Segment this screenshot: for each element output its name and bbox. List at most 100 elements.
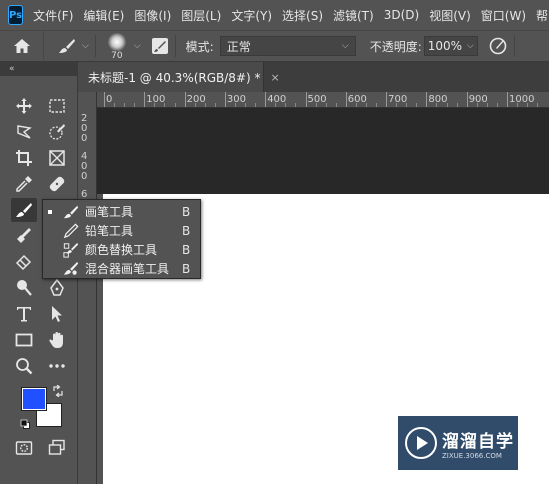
active-indicator bbox=[48, 209, 52, 214]
options-bar: ⌵ 70 ⌵ 模式: 正常 ⌵ 不透明度: 100% ⌵ bbox=[0, 30, 549, 62]
home-button[interactable] bbox=[0, 30, 44, 62]
zoom-tool[interactable] bbox=[11, 354, 37, 378]
quick-mask-button[interactable] bbox=[11, 436, 37, 460]
marquee-tool[interactable] bbox=[44, 94, 70, 118]
type-icon bbox=[17, 307, 31, 322]
frame-tool[interactable] bbox=[44, 146, 70, 170]
ruler-minor-tick bbox=[527, 103, 529, 107]
marquee-icon bbox=[49, 99, 65, 113]
menu-edit[interactable]: 编辑(E) bbox=[83, 7, 124, 24]
pressure-icon bbox=[489, 37, 507, 55]
hand-tool[interactable] bbox=[44, 328, 70, 352]
opacity-label: 不透明度: bbox=[369, 39, 422, 54]
quick-select-tool[interactable] bbox=[44, 120, 70, 144]
pen-icon bbox=[50, 279, 64, 296]
color-replacement-icon bbox=[63, 242, 79, 258]
horizontal-ruler[interactable]: 0 100 200 300 400 500 600 700 800 900 1000 bbox=[97, 92, 549, 108]
ruler-minor-tick bbox=[476, 103, 478, 107]
ruler-minor-tick bbox=[315, 103, 317, 107]
healing-icon bbox=[49, 176, 65, 192]
ruler-tick bbox=[345, 92, 347, 107]
mode-value: 正常 bbox=[226, 39, 251, 54]
ruler-minor-tick bbox=[365, 103, 367, 107]
flyout-item-brush[interactable]: 画笔工具 B bbox=[43, 202, 200, 221]
brush-preset-picker[interactable]: 70 bbox=[102, 31, 132, 61]
blur-tool[interactable] bbox=[11, 276, 37, 300]
eyedropper-tool[interactable] bbox=[11, 172, 37, 196]
menu-layer[interactable]: 图层(L) bbox=[181, 7, 221, 24]
flyout-item-color-replacement[interactable]: 颜色替换工具 B bbox=[43, 240, 200, 259]
more-icon bbox=[49, 364, 65, 368]
flyout-item-label: 铅笔工具 bbox=[85, 224, 134, 238]
pen-tool[interactable] bbox=[44, 276, 70, 300]
default-colors-icon[interactable] bbox=[20, 419, 31, 430]
crop-icon bbox=[16, 150, 32, 166]
brush-tip-preview bbox=[107, 33, 126, 51]
ruler-tick bbox=[144, 92, 146, 107]
menu-type[interactable]: 文字(Y) bbox=[231, 7, 272, 24]
ruler-minor-tick bbox=[154, 103, 156, 107]
watermark-logo: 溜溜自学 ZIXUE.3066.COM bbox=[398, 416, 518, 470]
brush-icon bbox=[16, 203, 32, 217]
ruler-tick-label: 1000 bbox=[509, 94, 535, 105]
path-select-tool[interactable] bbox=[44, 302, 70, 326]
close-icon[interactable]: × bbox=[271, 71, 280, 84]
menu-help[interactable]: 帮 bbox=[536, 7, 548, 24]
document-tab[interactable]: 未标题-1 @ 40.3%(RGB/8#) * × bbox=[78, 62, 280, 92]
ruler-minor-tick bbox=[486, 103, 488, 107]
menu-view[interactable]: 视图(V) bbox=[429, 7, 471, 24]
tool-preset-picker[interactable]: ⌵ bbox=[58, 37, 89, 55]
menu-file[interactable]: 文件(F) bbox=[33, 7, 73, 24]
menu-select[interactable]: 选择(S) bbox=[282, 7, 323, 24]
eraser-tool[interactable] bbox=[11, 250, 37, 274]
flyout-item-mixer-brush[interactable]: 混合器画笔工具 B bbox=[43, 259, 200, 278]
panel-collapse-button[interactable]: « bbox=[0, 62, 78, 76]
ruler-minor-tick bbox=[446, 103, 448, 107]
ruler-tick bbox=[426, 92, 428, 107]
pencil-icon bbox=[63, 222, 79, 238]
flyout-item-label: 颜色替换工具 bbox=[85, 243, 158, 257]
ruler-minor-tick bbox=[245, 103, 247, 107]
menu-bar: Ps 文件(F) 编辑(E) 图像(I) 图层(L) 文字(Y) 选择(S) 滤… bbox=[0, 0, 549, 30]
ruler-tick-label: 800 bbox=[428, 94, 448, 105]
play-icon bbox=[404, 426, 438, 460]
flyout-item-pencil[interactable]: 铅笔工具 B bbox=[43, 221, 200, 240]
lasso-tool[interactable] bbox=[11, 120, 37, 144]
edit-toolbar-button[interactable] bbox=[44, 354, 70, 378]
brush-tool[interactable] bbox=[11, 198, 37, 222]
home-icon bbox=[13, 39, 30, 53]
ruler-tick-label: 0 bbox=[81, 133, 88, 144]
menu-filter[interactable]: 滤镜(T) bbox=[333, 7, 374, 24]
ruler-minor-tick bbox=[214, 103, 216, 107]
mixer-brush-icon bbox=[63, 261, 79, 275]
vertical-ruler[interactable]: 200400600 bbox=[78, 92, 97, 484]
opacity-value: 100% bbox=[427, 39, 463, 53]
brush-settings-toggle[interactable] bbox=[151, 37, 169, 55]
move-tool[interactable] bbox=[11, 94, 37, 118]
menu-image[interactable]: 图像(I) bbox=[134, 7, 171, 24]
chevron-down-icon[interactable]: ⌵ bbox=[134, 41, 141, 51]
menu-window[interactable]: 窗口(W) bbox=[481, 7, 526, 24]
crop-tool[interactable] bbox=[11, 146, 37, 170]
ruler-tick bbox=[265, 92, 267, 107]
pressure-opacity-toggle[interactable] bbox=[488, 36, 508, 56]
ruler-minor-tick bbox=[396, 103, 398, 107]
menu-3d[interactable]: 3D(D) bbox=[384, 8, 419, 22]
ruler-tick-label: 700 bbox=[388, 94, 408, 105]
opacity-input[interactable]: 100% ⌵ bbox=[423, 36, 478, 56]
mode-select[interactable]: 正常 ⌵ bbox=[219, 36, 356, 56]
ruler-tick-label: 100 bbox=[146, 94, 166, 105]
swap-colors-icon[interactable] bbox=[52, 385, 64, 397]
rectangle-icon bbox=[15, 333, 33, 347]
type-tool[interactable] bbox=[11, 302, 37, 326]
healing-brush-tool[interactable] bbox=[44, 172, 70, 196]
foreground-color-swatch[interactable] bbox=[21, 387, 47, 411]
rectangle-tool[interactable] bbox=[11, 328, 37, 352]
ruler-tick-label: 900 bbox=[468, 94, 488, 105]
frame-icon bbox=[49, 150, 65, 166]
clone-stamp-tool[interactable] bbox=[11, 224, 37, 248]
ruler-tick bbox=[466, 92, 468, 107]
screen-mode-button[interactable] bbox=[44, 436, 70, 460]
watermark-subtitle: ZIXUE.3066.COM bbox=[442, 451, 502, 460]
brush-settings-icon bbox=[151, 38, 168, 54]
